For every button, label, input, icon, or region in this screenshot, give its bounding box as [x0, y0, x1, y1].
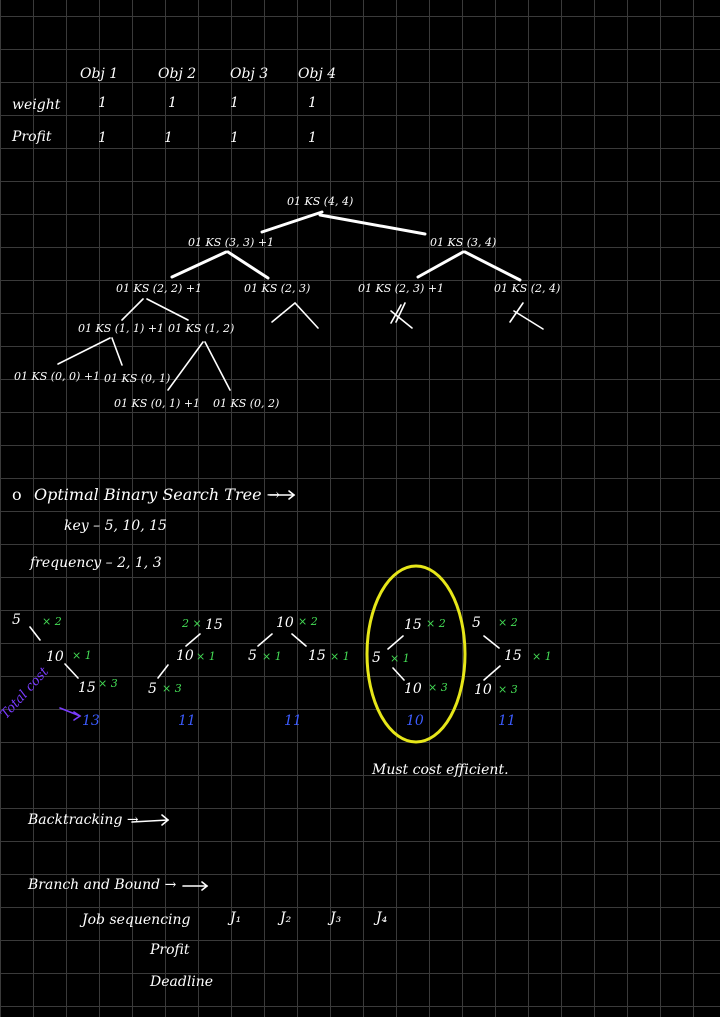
obst-node: 5 [248, 648, 257, 664]
edge-l1-right-a [416, 250, 465, 279]
row-label-profit: Profit [12, 129, 52, 145]
obst-node: 10 [46, 649, 64, 665]
table-header-obj1: Obj 1 [80, 66, 119, 82]
weight-cell: 1 [168, 95, 177, 111]
obst-node: 15 [404, 617, 422, 633]
profit-cell: 1 [98, 130, 107, 146]
table-header-obj2: Obj 2 [158, 66, 197, 82]
obst-mult: × 1 [532, 650, 552, 663]
tree-node: 01 KS (0, 1) +1 [114, 397, 201, 410]
obst-node: 5 [472, 615, 481, 631]
obst-mult: × 1 [262, 650, 282, 663]
tree-node: 01 KS (1, 1) +1 [78, 322, 165, 335]
tree-root: 01 KS (4, 4) [287, 195, 354, 208]
edge-l1-left-b [226, 250, 270, 280]
tree-node: 01 KS (2, 3) [244, 282, 311, 295]
obst-mult: × 2 [498, 616, 518, 629]
bullet: o [12, 485, 22, 504]
obst-mult: × 3 [498, 683, 518, 696]
table-header-obj4: Obj 4 [298, 66, 337, 82]
obst-mult: × 3 [98, 677, 118, 690]
tree-node: 01 KS (2, 3) +1 [358, 282, 445, 295]
notebook-page: Obj 1 Obj 2 Obj 3 Obj 4 weight 1 1 1 1 P… [0, 0, 720, 1017]
obst-cost: 10 [406, 713, 424, 729]
obst-cost: 11 [284, 713, 302, 729]
obst-node: 15 [205, 617, 223, 633]
tree-node: 01 KS (2, 2) +1 [116, 282, 203, 295]
tree-node: 01 KS (1, 2) [168, 322, 235, 335]
obst-keys: key – 5, 10, 15 [64, 518, 167, 534]
profit-cell: 1 [164, 130, 173, 146]
obst-mult: × 1 [72, 649, 92, 662]
pen-strokes [29, 210, 544, 891]
obst-node: 15 [78, 680, 96, 696]
obst-frequencies: frequency – 2, 1, 3 [30, 555, 162, 571]
weight-cell: 1 [98, 95, 107, 111]
job-label: J₃ [330, 910, 342, 926]
obst-mult: × 2 [426, 617, 446, 630]
tree-node: 01 KS (0, 2) [213, 397, 280, 410]
obst-mult: × 3 [428, 681, 448, 694]
obst-node: 5 [12, 612, 21, 628]
profit-cell: 1 [230, 130, 239, 146]
obst-mult: × 1 [390, 652, 410, 665]
profit-cell: 1 [308, 130, 317, 146]
obst-mult: × 2 [42, 615, 62, 628]
obst-node: 10 [404, 681, 422, 697]
profit-label: Profit [150, 942, 190, 958]
obst-cost: 13 [82, 713, 100, 729]
obst-conclusion: Must cost efficient. [372, 762, 509, 778]
edge-l1-right-b [463, 250, 522, 282]
obst-node: 5 [148, 681, 157, 697]
weight-cell: 1 [308, 95, 317, 111]
tree-node: 01 KS (2, 4) [494, 282, 561, 295]
edge-root-right [318, 213, 427, 236]
job-label: J₁ [230, 910, 242, 926]
backtracking-heading: Backtracking → [28, 812, 139, 828]
edge-root-left [260, 210, 324, 234]
tree-node: 01 KS (3, 3) +1 [188, 236, 275, 249]
obst-node: 15 [308, 648, 326, 664]
job-label: J₄ [376, 910, 388, 926]
obst-title: Optimal Binary Search Tree → [34, 485, 281, 504]
table-header-obj3: Obj 3 [230, 66, 269, 82]
obst-mult: × 1 [330, 650, 350, 663]
obst-node: 10 [474, 682, 492, 698]
tree-node: 01 KS (0, 1) [104, 372, 171, 385]
obst-mult: × 1 [196, 650, 216, 663]
tree-node: 01 KS (3, 4) [430, 236, 497, 249]
tree-node: 01 KS (0, 0) +1 [14, 370, 101, 383]
obst-node: 5 [372, 650, 381, 666]
job-label: J₂ [280, 910, 292, 926]
obst-node: 10 [276, 615, 294, 631]
obst-mult: 2 × [182, 617, 202, 630]
obst-cost: 11 [498, 713, 516, 729]
row-label-weight: weight [12, 97, 61, 113]
job-sequencing-label: Job sequencing [82, 912, 191, 928]
edge-l1-left-a [170, 250, 228, 279]
branch-bound-heading: Branch and Bound → [28, 877, 177, 893]
obst-mult: × 3 [162, 682, 182, 695]
obst-node: 15 [504, 648, 522, 664]
obst-node: 10 [176, 648, 194, 664]
deadline-label: Deadline [150, 974, 214, 990]
weight-cell: 1 [230, 95, 239, 111]
obst-mult: × 2 [298, 615, 318, 628]
obst-cost: 11 [178, 713, 196, 729]
